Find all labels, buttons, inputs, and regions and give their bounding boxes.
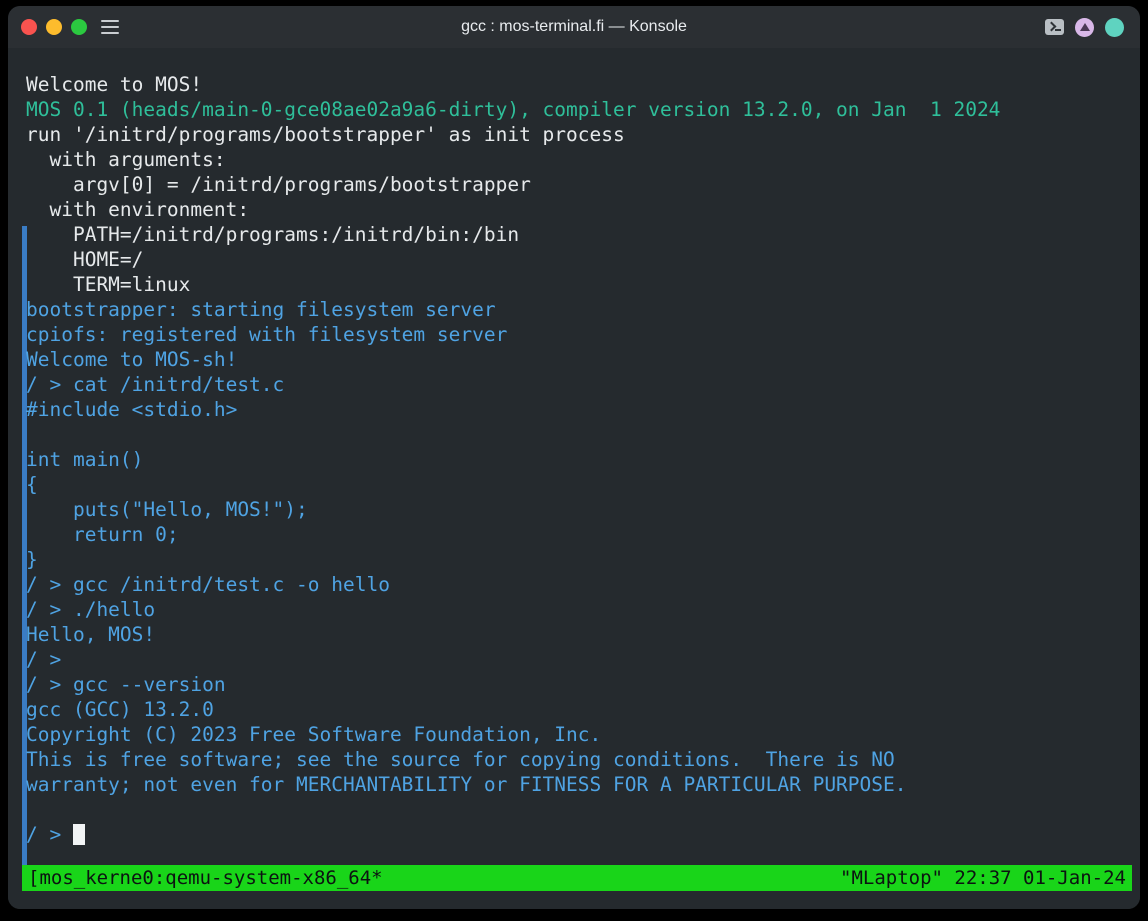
terminal-line: PATH=/initrd/programs:/initrd/bin:/bin	[26, 223, 520, 246]
hamburger-menu-icon[interactable]	[101, 20, 119, 34]
terminal-output: Welcome to MOS! MOS 0.1 (heads/main-0-gce…	[26, 72, 1136, 847]
terminal-line: int main()	[26, 448, 144, 471]
minimize-button[interactable]	[46, 19, 62, 35]
terminal-line: / > gcc --version	[26, 673, 226, 696]
terminal-line: run '/initrd/programs/bootstrapper' as i…	[26, 123, 625, 146]
close-button[interactable]	[21, 19, 37, 35]
terminal-line: with arguments:	[26, 148, 226, 171]
terminal-icon[interactable]	[1045, 19, 1064, 35]
status-indicator-icon[interactable]	[1105, 17, 1124, 37]
title-bar: gcc : mos-terminal.fi — Konsole	[8, 6, 1140, 48]
terminal-line: HOME=/	[26, 248, 144, 271]
terminal-line: warranty; not even for MERCHANTABILITY o…	[26, 773, 907, 796]
window-title: gcc : mos-terminal.fi — Konsole	[461, 18, 687, 35]
terminal-line: cpiofs: registered with filesystem serve…	[26, 323, 508, 346]
terminal-line: {	[26, 473, 38, 496]
terminal-area[interactable]: Welcome to MOS! MOS 0.1 (heads/main-0-gce…	[8, 48, 1140, 909]
terminal-line: #include <stdio.h>	[26, 398, 238, 421]
terminal-line: / >	[26, 648, 73, 671]
terminal-line: argv[0] = /initrd/programs/bootstrapper	[26, 173, 531, 196]
window-controls	[8, 19, 119, 35]
terminal-line: Copyright (C) 2023 Free Software Foundat…	[26, 723, 602, 746]
konsole-window: gcc : mos-terminal.fi — Konsole Welcome …	[8, 6, 1140, 909]
terminal-line: Welcome to MOS!	[26, 73, 203, 96]
terminal-line: }	[26, 548, 38, 571]
terminal-line: gcc (GCC) 13.2.0	[26, 698, 214, 721]
terminal-line: Welcome to MOS-sh!	[26, 348, 238, 371]
text-cursor	[72, 824, 85, 845]
status-bar-host-time: "MLaptop" 22:37 01-Jan-24	[840, 867, 1126, 889]
terminal-line: / > gcc /initrd/test.c -o hello	[26, 573, 390, 596]
notification-icon[interactable]	[1075, 17, 1094, 37]
terminal-line: / > cat /initrd/test.c	[26, 373, 285, 396]
prompt-text: / >	[26, 823, 73, 846]
terminal-line: puts("Hello, MOS!");	[26, 498, 308, 521]
terminal-line: This is free software; see the source fo…	[26, 748, 895, 771]
scrollbar[interactable]	[14, 48, 27, 909]
tmux-status-bar: [mos_kerne0:qemu-system-x86_64* "MLaptop…	[22, 865, 1132, 891]
maximize-button[interactable]	[71, 19, 87, 35]
terminal-line: with environment:	[26, 198, 250, 221]
terminal-line: bootstrapper: starting filesystem server	[26, 298, 496, 321]
terminal-prompt-line[interactable]: / >	[26, 822, 1136, 847]
terminal-line: MOS 0.1 (heads/main-0-gce08ae02a9a6-dirt…	[26, 98, 1001, 121]
terminal-line: Hello, MOS!	[26, 623, 156, 646]
terminal-line: TERM=linux	[26, 273, 191, 296]
terminal-line: return 0;	[26, 523, 179, 546]
status-bar-session: [mos_kerne0:qemu-system-x86_64*	[28, 867, 383, 889]
title-bar-icons	[1045, 17, 1140, 37]
terminal-line: / > ./hello	[26, 598, 156, 621]
